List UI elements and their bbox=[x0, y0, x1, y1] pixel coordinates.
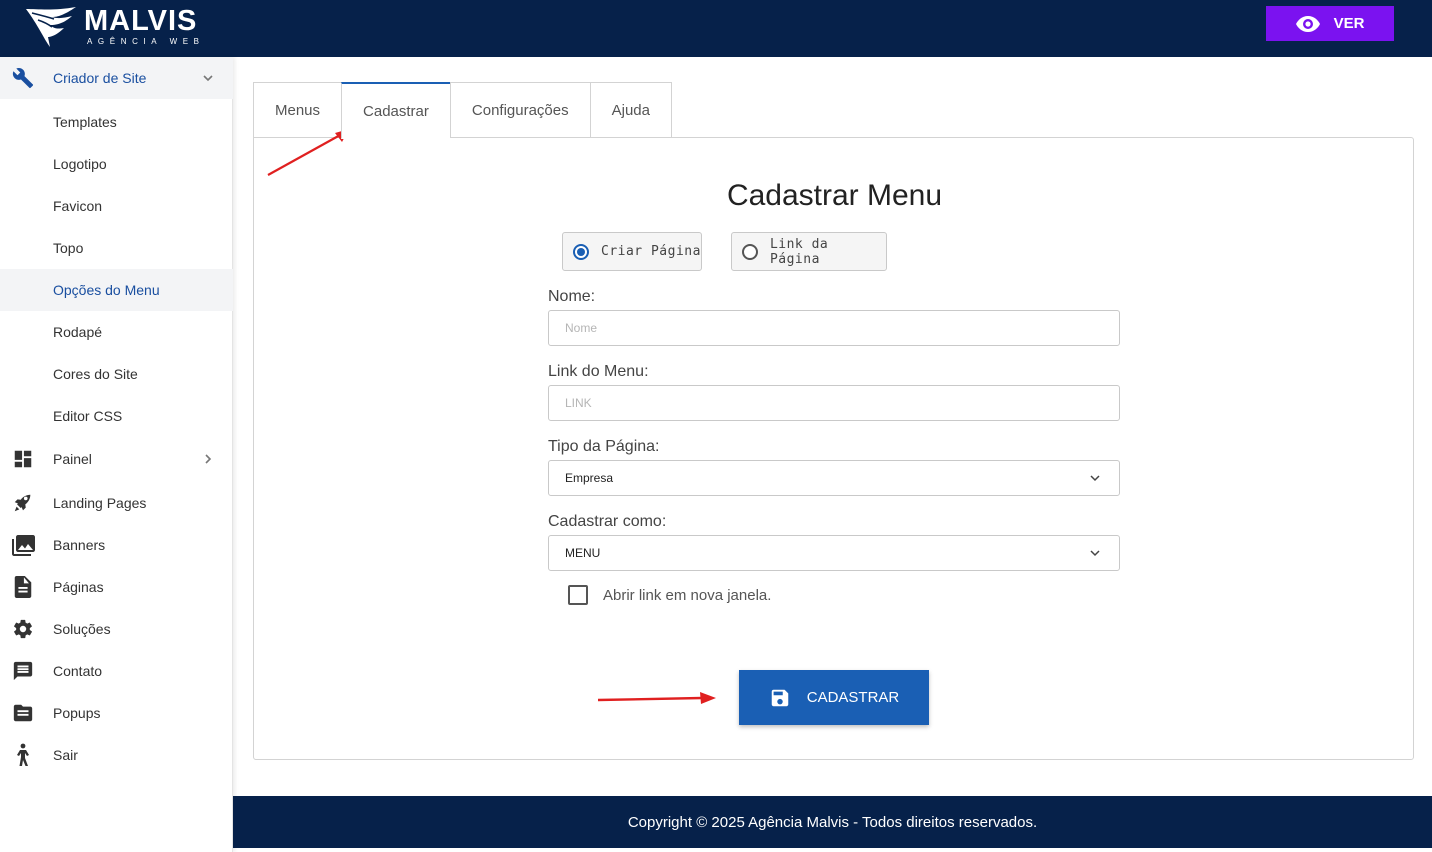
sidebar-item-templates[interactable]: Templates bbox=[0, 101, 233, 143]
radio-label: Link da Página bbox=[769, 236, 829, 267]
folder-icon bbox=[11, 701, 35, 725]
brand-tagline: AGÊNCIA WEB bbox=[87, 36, 205, 46]
wing-logo-icon bbox=[26, 7, 76, 47]
rocket-icon bbox=[11, 491, 35, 515]
eye-icon bbox=[1295, 15, 1320, 32]
type-label: Tipo da Página: bbox=[548, 438, 660, 455]
name-label: Nome: bbox=[548, 288, 596, 305]
sidebar-item-rodape[interactable]: Rodapé bbox=[0, 311, 233, 353]
main-content: Menus Cadastrar Configurações Ajuda Cada… bbox=[233, 57, 1432, 796]
sidebar-item-editor-css[interactable]: Editor CSS bbox=[0, 395, 233, 437]
register-as-select[interactable]: MENU bbox=[548, 535, 1120, 571]
type-select-value: Empresa bbox=[565, 471, 614, 485]
sidebar-item-label: Landing Pages bbox=[53, 495, 147, 511]
form-panel: Cadastrar Menu Criar Página Link da Pági… bbox=[253, 137, 1414, 760]
images-icon bbox=[11, 533, 35, 557]
radio-label: Criar Página bbox=[601, 244, 701, 259]
sidebar-item-sair[interactable]: Sair bbox=[0, 734, 233, 776]
sidebar-item-paginas[interactable]: Páginas bbox=[0, 566, 233, 608]
chevron-down-icon bbox=[203, 75, 213, 82]
new-window-label: Abrir link em nova janela. bbox=[603, 586, 772, 604]
sidebar-item-cores-do-site[interactable]: Cores do Site bbox=[0, 353, 233, 395]
brand-name: MALVIS bbox=[84, 4, 198, 37]
chevron-down-icon bbox=[1090, 475, 1100, 482]
sidebar-item-label: Painel bbox=[53, 451, 92, 467]
tab-ajuda[interactable]: Ajuda bbox=[589, 82, 672, 138]
type-select[interactable]: Empresa bbox=[548, 460, 1120, 496]
top-bar: MALVIS AGÊNCIA WEB VER bbox=[0, 0, 1432, 57]
sidebar-item-label: Editor CSS bbox=[53, 408, 123, 424]
new-window-option[interactable]: Abrir link em nova janela. bbox=[568, 585, 771, 605]
sidebar-item-label: Favicon bbox=[53, 198, 103, 214]
sidebar-item-topo[interactable]: Topo bbox=[0, 227, 233, 269]
message-icon bbox=[11, 659, 35, 683]
sidebar-item-popups[interactable]: Popups bbox=[0, 692, 233, 734]
chevron-right-icon bbox=[205, 454, 212, 464]
sidebar-item-label: Sair bbox=[53, 747, 78, 763]
sidebar-item-label: Rodapé bbox=[53, 324, 103, 340]
sidebar-item-favicon[interactable]: Favicon bbox=[0, 185, 233, 227]
sidebar-item-painel[interactable]: Painel bbox=[0, 438, 233, 480]
cadastrar-button[interactable]: CADASTRAR bbox=[739, 670, 929, 725]
link-input[interactable] bbox=[548, 385, 1120, 421]
sidebar-item-label: Opções do Menu bbox=[53, 282, 160, 298]
sidebar-item-label: Cores do Site bbox=[53, 366, 138, 382]
chevron-down-icon bbox=[1090, 550, 1100, 557]
save-icon bbox=[771, 689, 788, 706]
new-window-checkbox[interactable] bbox=[568, 585, 588, 605]
sidebar-item-label: Criador de Site bbox=[53, 70, 147, 86]
form-title: Cadastrar Menu bbox=[726, 179, 943, 212]
register-as-select-value: MENU bbox=[565, 546, 601, 560]
logo[interactable]: MALVIS AGÊNCIA WEB bbox=[24, 2, 205, 50]
radio-link-da-pagina[interactable]: Link da Página bbox=[731, 232, 887, 271]
sidebar-item-criador-de-site[interactable]: Criador de Site bbox=[0, 57, 233, 99]
sidebar-item-label: Soluções bbox=[53, 621, 111, 637]
copyright-text: Copyright © 2025 Agência Malvis - Todos … bbox=[627, 813, 1038, 831]
sidebar-item-label: Popups bbox=[53, 705, 101, 721]
radio-criar-pagina[interactable]: Criar Página bbox=[562, 232, 702, 271]
dashboard-icon bbox=[11, 447, 35, 471]
sidebar-item-label: Topo bbox=[53, 240, 84, 256]
sidebar-item-label: Contato bbox=[53, 663, 103, 679]
radio-selected-icon bbox=[573, 243, 589, 260]
sidebar-item-logotipo[interactable]: Logotipo bbox=[0, 143, 233, 185]
footer: Copyright © 2025 Agência Malvis - Todos … bbox=[233, 796, 1432, 848]
radio-unselected-icon bbox=[742, 243, 758, 260]
sidebar-item-contato[interactable]: Contato bbox=[0, 650, 233, 692]
sidebar-item-label: Logotipo bbox=[53, 156, 107, 172]
wrench-icon bbox=[11, 66, 35, 90]
gear-icon bbox=[11, 617, 35, 641]
sidebar-item-landing-pages[interactable]: Landing Pages bbox=[0, 482, 233, 524]
sidebar: Criador de Site Templates Logotipo Favic… bbox=[0, 57, 233, 852]
sidebar-item-label: Páginas bbox=[53, 579, 104, 595]
link-label: Link do Menu: bbox=[548, 363, 649, 380]
sidebar-item-solucoes[interactable]: Soluções bbox=[0, 608, 233, 650]
ver-button[interactable]: VER bbox=[1266, 6, 1394, 41]
ver-button-label: VER bbox=[1333, 15, 1365, 32]
person-exit-icon bbox=[11, 743, 35, 767]
annotation-arrow-button-icon bbox=[597, 692, 716, 704]
cadastrar-button-label: CADASTRAR bbox=[806, 689, 900, 706]
tab-configuracoes[interactable]: Configurações bbox=[449, 82, 590, 138]
sidebar-item-banners[interactable]: Banners bbox=[0, 524, 233, 566]
name-input[interactable] bbox=[548, 310, 1120, 346]
tab-cadastrar[interactable]: Cadastrar bbox=[341, 82, 450, 139]
file-icon bbox=[11, 575, 35, 599]
sidebar-item-opcoes-do-menu[interactable]: Opções do Menu bbox=[0, 269, 233, 311]
sidebar-item-label: Templates bbox=[53, 114, 117, 130]
sidebar-item-label: Banners bbox=[53, 537, 106, 553]
register-as-label: Cadastrar como: bbox=[548, 513, 667, 530]
